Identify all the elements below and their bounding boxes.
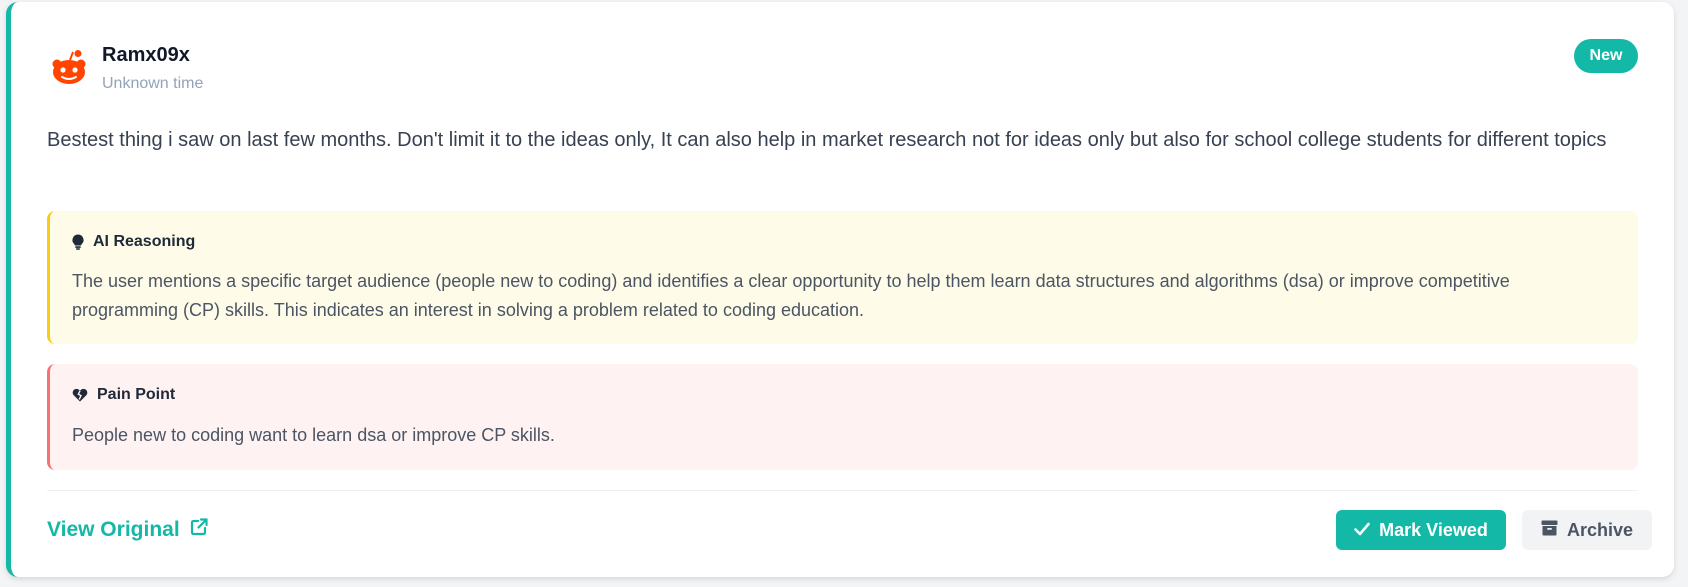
ai-reasoning-text: The user mentions a specific target audi… [72,271,1510,320]
pain-point-panel: Pain Point People new to coding want to … [47,364,1638,470]
mark-viewed-label: Mark Viewed [1379,519,1488,540]
pain-point-header: Pain Point [72,386,175,404]
ai-reasoning-title: AI Reasoning [93,233,196,250]
view-original-link[interactable]: View Original [47,518,208,542]
archive-button[interactable]: Archive [1522,510,1652,550]
pain-point-title: Pain Point [97,386,176,403]
status-badge: New [1574,39,1638,73]
ai-reasoning-header: AI Reasoning [72,233,195,251]
heart-crack-icon [72,388,88,402]
card-content: Ramx09x Unknown time New Bestest thing i… [47,2,1652,577]
post-card: Ramx09x Unknown time New Bestest thing i… [6,2,1674,577]
lightbulb-icon [72,234,84,250]
post-content: Bestest thing i saw on last few months. … [47,129,1607,151]
check-icon [1354,520,1370,541]
archive-label: Archive [1566,519,1634,540]
pain-point-text: People new to coding want to learn dsa o… [72,425,555,445]
view-original-label: View Original [47,518,180,541]
ai-reasoning-panel: AI Reasoning The user mentions a specifi… [47,211,1638,344]
external-link-icon [190,518,208,542]
author-name: Ramx09x [102,44,190,66]
mark-viewed-button[interactable]: Mark Viewed [1336,510,1506,550]
post-time: Unknown time [102,75,204,92]
archive-icon [1541,520,1558,541]
divider [47,490,1638,491]
reddit-icon [49,50,89,86]
